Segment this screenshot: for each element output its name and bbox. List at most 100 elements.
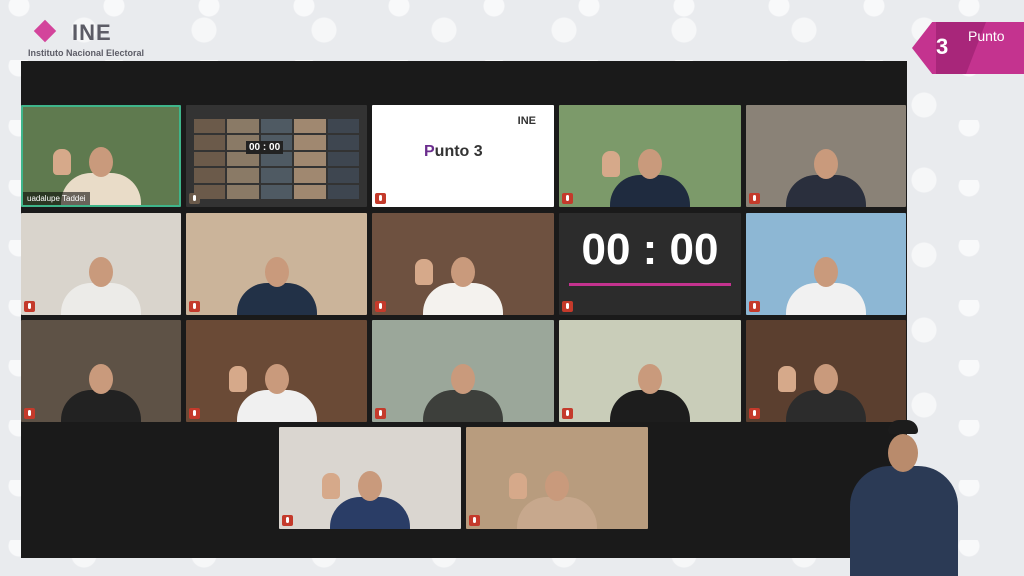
- participant-body: [610, 175, 690, 207]
- mic-muted-icon: [562, 408, 573, 419]
- mic-muted-icon: [375, 408, 386, 419]
- participant-head: [451, 257, 475, 287]
- mic-muted-icon: [24, 408, 35, 419]
- ine-logo: INE Instituto Nacional Electoral: [28, 14, 158, 60]
- participant-body: [423, 390, 503, 422]
- badge-number: 3: [936, 34, 949, 59]
- interpreter-hair: [888, 420, 918, 434]
- participant-body: [610, 390, 690, 422]
- participant-head: [89, 147, 113, 177]
- participant-body: [61, 283, 141, 315]
- participant-video: [236, 255, 317, 315]
- participant-tile-gallery[interactable]: 00 : 00: [186, 105, 367, 207]
- slide-title-rest: unto 3: [434, 143, 483, 160]
- raised-hand: [602, 151, 620, 177]
- gallery-thumb: [194, 119, 226, 134]
- participant-body: [517, 497, 597, 529]
- raised-hand: [509, 473, 527, 499]
- participant-tile[interactable]: [372, 213, 554, 315]
- mic-muted-icon: [24, 301, 35, 312]
- raised-hand: [228, 366, 247, 392]
- mic-muted-icon: [749, 408, 760, 419]
- participant-tile[interactable]: [21, 213, 181, 315]
- participant-body: [330, 497, 410, 529]
- raised-hand: [322, 473, 340, 499]
- participant-body: [236, 390, 317, 422]
- participant-tile[interactable]: uadalupe Taddei: [21, 105, 181, 207]
- gallery-thumb: [327, 135, 359, 150]
- gallery-thumb: [227, 184, 259, 199]
- mic-muted-icon: [562, 193, 573, 204]
- raised-hand: [415, 259, 433, 285]
- gallery-thumb: [260, 168, 293, 183]
- gallery-thumb: [327, 168, 359, 183]
- participant-tile[interactable]: [279, 427, 461, 529]
- participant-video: [61, 362, 141, 422]
- raised-hand: [53, 149, 71, 175]
- slide-brand: INE: [517, 115, 536, 127]
- gallery-thumb: [294, 135, 326, 150]
- gallery-thumb: [260, 119, 293, 134]
- participant-video: [602, 147, 690, 207]
- participant-video: [786, 255, 866, 315]
- participant-tile[interactable]: [559, 105, 741, 207]
- participant-tile[interactable]: [746, 320, 906, 422]
- video-conference-grid: uadalupe Taddei 00 : 00 INE Punto 3 00 :…: [21, 61, 907, 558]
- participant-body: [236, 283, 317, 315]
- participant-video: [61, 255, 141, 315]
- participant-tile[interactable]: [746, 213, 906, 315]
- participant-tile-slide[interactable]: INE Punto 3: [372, 105, 554, 207]
- gallery-thumb: [194, 135, 226, 150]
- mic-muted-icon: [749, 193, 760, 204]
- badge-label: Punto: [968, 28, 1005, 44]
- interpreter-torso: [850, 466, 958, 576]
- gallery-timer: 00 : 00: [246, 141, 284, 154]
- mic-muted-icon: [189, 301, 200, 312]
- gallery-thumb: [260, 184, 293, 199]
- gallery-thumb: [194, 168, 226, 183]
- participant-tile[interactable]: [466, 427, 648, 529]
- participant-video: [610, 362, 690, 422]
- participant-tile[interactable]: [186, 320, 367, 422]
- participant-head: [638, 149, 662, 179]
- participant-head: [814, 257, 838, 287]
- participant-tile[interactable]: [372, 320, 554, 422]
- participant-head: [814, 149, 838, 179]
- participant-video: [509, 469, 597, 529]
- participant-head: [545, 471, 569, 501]
- timer-bar: [569, 283, 731, 286]
- participant-body: [61, 390, 141, 422]
- participant-head: [264, 257, 289, 287]
- ine-logo-mark: [33, 19, 57, 43]
- participant-tile[interactable]: [746, 105, 906, 207]
- participant-tile[interactable]: [559, 320, 741, 422]
- participant-head: [451, 364, 475, 394]
- gallery-thumb: [227, 168, 259, 183]
- participant-head: [89, 257, 113, 287]
- participant-head: [264, 364, 289, 394]
- sign-language-interpreter: [846, 408, 962, 576]
- logo-text: INE: [72, 20, 112, 45]
- participant-head: [638, 364, 662, 394]
- participant-body: [786, 283, 866, 315]
- gallery-thumb: [227, 119, 259, 134]
- participant-video: [786, 147, 866, 207]
- participant-tile[interactable]: [186, 213, 367, 315]
- gallery-thumb: [327, 119, 359, 134]
- mic-muted-icon: [189, 193, 200, 204]
- mic-muted-icon: [189, 408, 200, 419]
- gallery-thumb: [327, 151, 359, 167]
- countdown-timer-tile[interactable]: 00 : 00: [559, 213, 741, 315]
- participant-head: [358, 471, 382, 501]
- participant-name: uadalupe Taddei: [23, 192, 90, 205]
- agenda-point-badge: 3 Punto: [912, 22, 1024, 74]
- mic-muted-icon: [469, 515, 480, 526]
- participant-body: [786, 175, 866, 207]
- gallery-thumb: [327, 184, 359, 199]
- participant-body: [423, 283, 503, 315]
- participant-tile[interactable]: [21, 320, 181, 422]
- mic-muted-icon: [282, 515, 293, 526]
- participant-video: [228, 362, 317, 422]
- slide-title: Punto 3: [424, 143, 483, 161]
- gallery-thumb: [294, 119, 326, 134]
